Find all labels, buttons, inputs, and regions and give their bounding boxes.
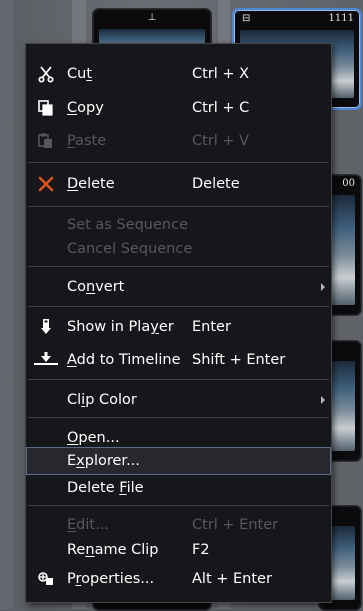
menu-item-delete[interactable]: Delete Delete [26, 170, 331, 198]
menu-item-shortcut: Alt + Enter [192, 571, 272, 587]
menu-item-shortcut: Enter [192, 319, 231, 335]
menu-item-label: Copy [67, 100, 104, 116]
menu-item-explorer[interactable]: Explorer... [26, 447, 331, 475]
menu-item-shortcut: Ctrl + Enter [192, 517, 279, 533]
menu-separator [28, 162, 329, 163]
menu-separator [28, 206, 329, 207]
bin-column-divider [0, 0, 14, 609]
menu-item-show-in-player[interactable]: Show in Player Enter [26, 313, 331, 341]
menu-separator [28, 306, 329, 307]
menu-item-rename-clip[interactable]: Rename Clip F2 [26, 536, 331, 564]
menu-item-cancel-sequence[interactable]: Cancel Sequence [26, 235, 331, 263]
menu-separator [28, 417, 329, 418]
menu-item-label: Clip Color [67, 392, 137, 408]
submenu-arrow-icon [321, 396, 325, 404]
menu-item-label: Explorer... [67, 453, 140, 469]
scissors-icon [37, 65, 55, 83]
menu-item-label: Paste [67, 133, 107, 149]
menu-item-clip-color[interactable]: Clip Color [26, 386, 331, 414]
menu-separator [28, 379, 329, 380]
menu-separator [28, 505, 329, 506]
menu-item-delete-file[interactable]: Delete File [26, 474, 331, 502]
menu-item-copy[interactable]: Copy Ctrl + C [26, 94, 331, 122]
menu-item-add-to-timeline[interactable]: Add to Timeline Shift + Enter [26, 346, 331, 374]
menu-item-edit[interactable]: Edit... Ctrl + Enter [26, 511, 331, 539]
paste-icon [37, 132, 55, 150]
submenu-arrow-icon [321, 283, 325, 291]
menu-item-label: Convert [67, 279, 125, 295]
clip-number: 1111 [328, 13, 354, 24]
menu-item-label: Show in Player [67, 319, 174, 335]
menu-item-label: Cancel Sequence [67, 241, 193, 257]
menu-item-label: Delete [67, 176, 115, 192]
menu-separator [28, 266, 329, 267]
menu-item-label: Delete File [67, 480, 144, 496]
menu-item-convert[interactable]: Convert [26, 273, 331, 301]
menu-item-label: Cut [67, 66, 93, 82]
menu-item-paste[interactable]: Paste Ctrl + V [26, 127, 331, 155]
copy-icon [37, 99, 55, 117]
timeline-icon [33, 351, 59, 369]
menu-item-shortcut: F2 [192, 542, 210, 558]
clip-type-icon: ⊟ [242, 13, 251, 24]
menu-item-shortcut: Ctrl + V [192, 133, 250, 149]
menu-item-label: Add to Timeline [67, 352, 181, 368]
context-menu: Cut Ctrl + X Copy Ctrl + C Paste Ctrl + … [25, 43, 332, 603]
clip-type-icon: ⊥ [147, 12, 157, 23]
menu-item-shortcut: Shift + Enter [192, 352, 286, 368]
menu-item-properties[interactable]: Properties... Alt + Enter [26, 565, 331, 593]
menu-item-cut[interactable]: Cut Ctrl + X [26, 60, 331, 88]
menu-item-shortcut: Ctrl + X [192, 66, 250, 82]
delete-x-icon [37, 175, 55, 193]
menu-item-label: Rename Clip [67, 542, 159, 558]
clip-number: 00 [342, 178, 355, 189]
properties-icon [37, 570, 55, 588]
menu-item-shortcut: Delete [192, 176, 240, 192]
player-icon [37, 318, 55, 336]
menu-item-label: Edit... [67, 517, 109, 533]
menu-item-shortcut: Ctrl + C [192, 100, 250, 116]
menu-item-label: Properties... [67, 571, 155, 587]
